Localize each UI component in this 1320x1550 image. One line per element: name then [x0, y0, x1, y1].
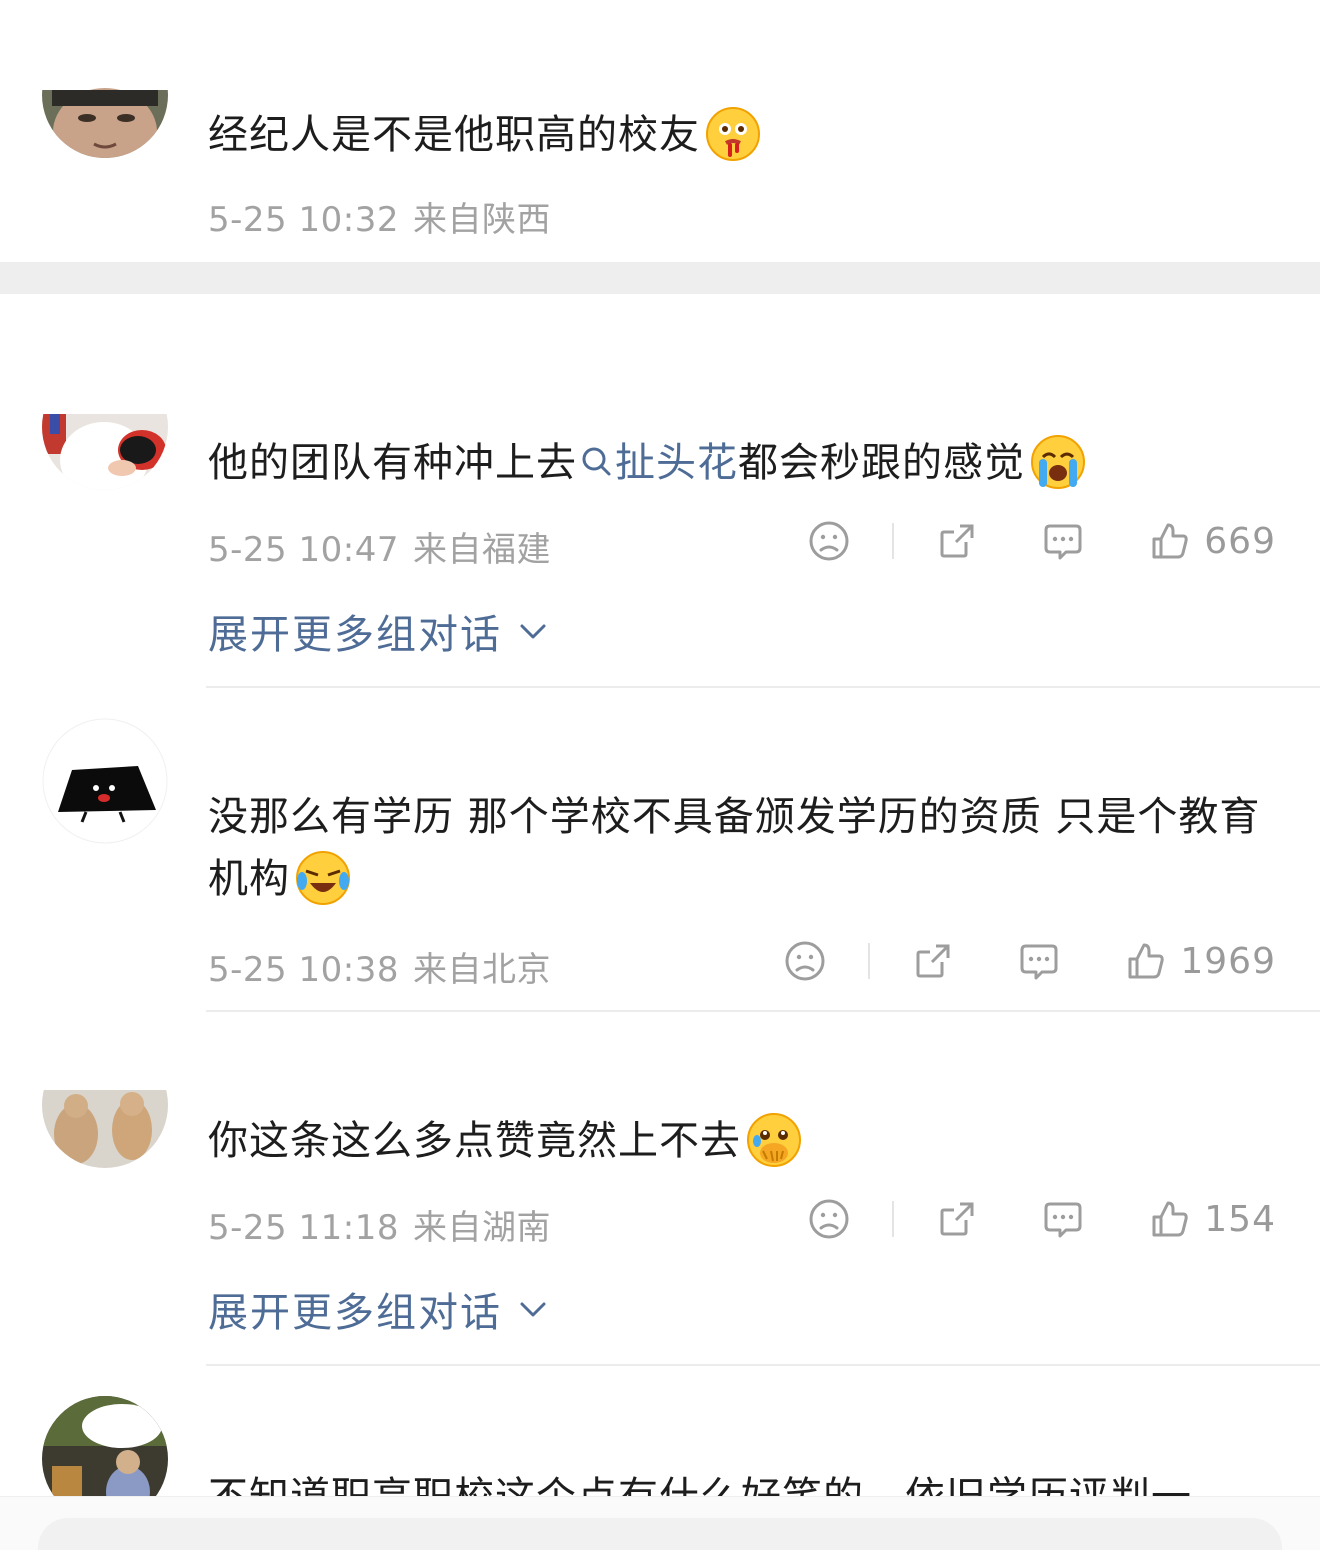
like-button[interactable]: 1969	[1124, 939, 1276, 983]
action-bar: 669	[808, 516, 1276, 566]
repost-button[interactable]	[912, 940, 954, 982]
tearful-emoji-icon	[745, 1111, 803, 1169]
repost-button[interactable]	[936, 1198, 978, 1240]
crying-emoji-icon	[1029, 433, 1087, 491]
like-count: 1969	[1180, 940, 1276, 982]
comment-input-field[interactable]	[38, 1518, 1282, 1550]
divider	[206, 686, 1320, 688]
like-button[interactable]: 154	[1148, 1197, 1276, 1241]
chevron-down-icon	[520, 624, 546, 639]
comment-text: 他的团队有种冲上去 扯头花都会秒跟的感觉	[208, 432, 1264, 494]
comment-icon	[1020, 944, 1058, 980]
comment-text: 你这条这么多点赞竟然上不去	[208, 1110, 1264, 1172]
comment-meta: 5-25 10:38 来自北京	[208, 942, 551, 991]
action-bar: 154	[808, 1194, 1276, 1244]
comment-button[interactable]	[1018, 940, 1060, 982]
dislike-face-icon	[809, 1199, 849, 1239]
action-separator	[892, 523, 895, 559]
divider	[206, 1010, 1320, 1012]
repost-button[interactable]	[936, 520, 978, 562]
comment-meta: 5-25 11:18 来自湖南	[208, 1200, 551, 1249]
repost-icon	[916, 944, 950, 978]
timestamp: 5-25 10:32	[208, 200, 399, 240]
like-thumb-icon	[1152, 1201, 1188, 1237]
comment-icon	[1044, 1202, 1082, 1238]
expand-conversation-link[interactable]: 展开更多组对话	[208, 1280, 550, 1338]
topic-link[interactable]: 扯头花	[577, 440, 738, 486]
action-separator	[868, 943, 871, 979]
dislike-button[interactable]	[808, 1198, 850, 1240]
comment-icon	[1044, 524, 1082, 560]
avatar[interactable]	[42, 718, 168, 844]
like-thumb-icon	[1152, 523, 1188, 559]
comment-text: 没那么有学历 那个学校不具备颁发学历的资质 只是个教育机构	[208, 786, 1264, 910]
location: 来自湖南	[412, 1208, 551, 1248]
dislike-button[interactable]	[808, 520, 850, 562]
like-button[interactable]: 669	[1148, 519, 1276, 563]
comment-meta: 5-25 10:47 来自福建	[208, 522, 551, 571]
timestamp: 5-25 10:38	[208, 950, 399, 990]
dislike-button[interactable]	[784, 940, 826, 982]
comment-text: 经纪人是不是他职高的校友	[208, 104, 1264, 166]
expand-conversation-link[interactable]: 展开更多组对话	[208, 602, 550, 660]
like-count: 154	[1204, 1198, 1276, 1240]
action-bar: 1969	[784, 936, 1276, 986]
divider	[206, 1364, 1320, 1366]
search-icon	[582, 447, 611, 476]
nosebleed-emoji-icon	[704, 105, 762, 163]
section-divider	[0, 262, 1320, 294]
comment-button[interactable]	[1042, 520, 1084, 562]
dislike-face-icon	[785, 941, 825, 981]
location: 来自福建	[412, 530, 551, 570]
dislike-face-icon	[809, 521, 849, 561]
laughing-tears-emoji-icon	[294, 849, 352, 907]
repost-icon	[940, 524, 974, 558]
like-count: 669	[1204, 520, 1276, 562]
chevron-down-icon	[520, 1302, 546, 1317]
comment-button[interactable]	[1042, 1198, 1084, 1240]
action-separator	[892, 1201, 895, 1237]
timestamp: 5-25 11:18	[208, 1208, 399, 1248]
avatar[interactable]	[42, 1042, 168, 1168]
location: 来自陕西	[412, 200, 551, 240]
timestamp: 5-25 10:47	[208, 530, 399, 570]
comment-meta: 5-25 10:32 来自陕西	[208, 192, 551, 241]
avatar[interactable]	[42, 32, 168, 158]
like-thumb-icon	[1128, 943, 1165, 979]
avatar[interactable]	[42, 364, 168, 490]
repost-icon	[940, 1202, 974, 1236]
location: 来自北京	[412, 950, 551, 990]
comment-feed: 经纪人是不是他职高的校友 5-25 10:32 来自陕西 他的团队有种冲上去 扯…	[0, 0, 1320, 1550]
